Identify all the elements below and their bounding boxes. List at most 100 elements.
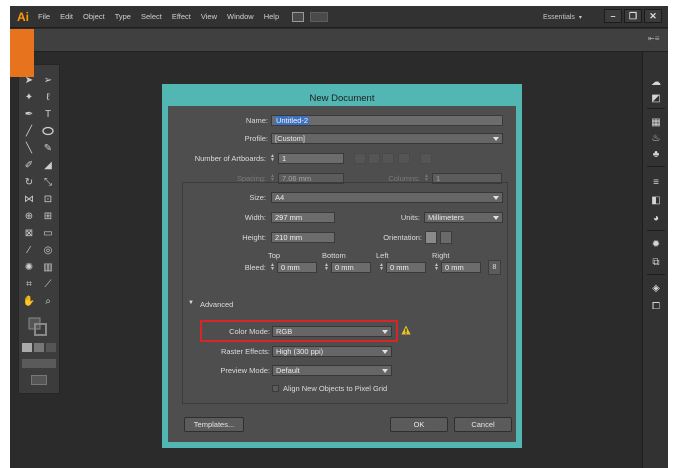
size-value: A4 <box>275 193 285 202</box>
right-to-left-icon[interactable] <box>420 153 432 164</box>
artboards-field[interactable]: 1 <box>278 153 344 164</box>
profile-select[interactable]: [Custom] <box>271 133 503 144</box>
shape-builder-tool-icon[interactable]: ⊕ <box>22 209 36 223</box>
direct-selection-tool-icon[interactable]: ➢ <box>41 73 55 87</box>
fill-stroke-icon[interactable] <box>28 317 48 337</box>
symbols-icon[interactable]: ♣ <box>649 148 663 160</box>
stroke-icon[interactable]: ≡ <box>649 176 663 188</box>
perspective-grid-tool-icon[interactable]: ⊞ <box>41 209 55 223</box>
eraser-tool-icon[interactable]: ◢ <box>41 158 55 172</box>
appearance-icon[interactable]: ✹ <box>649 238 663 250</box>
bleed-left-stepper[interactable]: ▲ ▼ <box>378 263 385 272</box>
ellipse-tool-icon[interactable] <box>41 124 55 138</box>
magic-wand-tool-icon[interactable]: ✦ <box>22 90 36 104</box>
color-panel-icon[interactable]: ☁ <box>649 76 663 88</box>
line-tool-icon[interactable]: ╱ <box>22 124 36 138</box>
menu-window[interactable]: Window <box>222 12 259 21</box>
grid-by-column-icon[interactable] <box>368 153 380 164</box>
eyedropper-tool-icon[interactable]: ⁄ <box>22 243 36 257</box>
blob-brush-tool-icon[interactable]: ✐ <box>22 158 36 172</box>
color-mode-label: Color Mode: <box>229 327 270 336</box>
link-bleed-icon[interactable]: 8 <box>488 260 501 275</box>
bleed-top-stepper[interactable]: ▲ ▼ <box>269 263 276 272</box>
raster-effects-value: High (300 ppi) <box>276 347 324 356</box>
cancel-button[interactable]: Cancel <box>454 417 512 432</box>
arrange-documents-icon[interactable] <box>310 11 329 22</box>
menu-effect[interactable]: Effect <box>167 12 196 21</box>
lasso-tool-icon[interactable]: ℓ <box>41 90 55 104</box>
restore-button[interactable]: ❐ <box>624 9 642 23</box>
minimize-button[interactable]: – <box>604 9 622 23</box>
drawing-modes-icon[interactable] <box>22 359 56 368</box>
paintbrush-tool-icon[interactable]: ╲ <box>22 141 36 155</box>
advanced-label[interactable]: Advanced <box>200 300 260 309</box>
units-select[interactable]: Millimeters <box>424 212 503 223</box>
color-mode-icon[interactable] <box>22 343 32 352</box>
menu-view[interactable]: View <box>196 12 222 21</box>
bleed-right-field[interactable]: 0 mm <box>441 262 481 273</box>
width-label: Width: <box>244 213 266 222</box>
arrange-by-column-icon[interactable] <box>398 153 410 164</box>
menu-help[interactable]: Help <box>259 12 284 21</box>
graphic-styles-icon[interactable]: ⧉ <box>649 256 663 268</box>
screen-mode-icon[interactable] <box>31 375 47 385</box>
rotate-tool-icon[interactable]: ↻ <box>22 175 36 189</box>
width-field[interactable]: 297 mm <box>271 212 335 223</box>
mesh-tool-icon[interactable]: ⊠ <box>22 226 36 240</box>
landscape-orientation-icon[interactable] <box>440 231 452 244</box>
width-tool-icon[interactable]: ⋈ <box>22 192 36 206</box>
zoom-tool-icon[interactable]: ⌕ <box>41 294 55 308</box>
bleed-bottom-field[interactable]: 0 mm <box>331 262 371 273</box>
bleed-top-field[interactable]: 0 mm <box>277 262 317 273</box>
arrange-by-row-icon[interactable] <box>382 153 394 164</box>
bleed-left-field[interactable]: 0 mm <box>386 262 426 273</box>
ok-button[interactable]: OK <box>390 417 448 432</box>
free-transform-tool-icon[interactable]: ⊡ <box>41 192 55 206</box>
preview-mode-select[interactable]: Default <box>272 365 392 376</box>
none-mode-icon[interactable] <box>46 343 56 352</box>
panel-menu-icon[interactable]: ⇤≡ <box>648 34 660 44</box>
artboards-stepper[interactable]: ▲ ▼ <box>269 154 276 163</box>
align-pixel-grid-checkbox[interactable] <box>272 385 279 392</box>
bridge-icon[interactable] <box>292 11 305 22</box>
pen-tool-icon[interactable]: ✒ <box>22 107 36 121</box>
transparency-icon[interactable]: ◕ <box>649 212 663 224</box>
menu-file[interactable]: File <box>33 12 55 21</box>
bleed-bottom-stepper[interactable]: ▲ ▼ <box>323 263 330 272</box>
pencil-tool-icon[interactable]: ✎ <box>41 141 55 155</box>
symbol-sprayer-tool-icon[interactable]: ✺ <box>22 260 36 274</box>
brushes-icon[interactable]: ♨ <box>649 132 663 144</box>
gradient-tool-icon[interactable]: ▭ <box>41 226 55 240</box>
gradient-panel-icon[interactable]: ◧ <box>649 194 663 206</box>
menu-bar: Ai File Edit Object Type Select Effect V… <box>10 6 668 28</box>
swatches-icon[interactable]: ▦ <box>649 116 663 128</box>
menu-select[interactable]: Select <box>136 12 167 21</box>
app-logo: Ai <box>17 9 29 24</box>
slice-tool-icon[interactable]: ⟋ <box>41 277 55 291</box>
close-button[interactable]: ✕ <box>644 9 662 23</box>
menu-type[interactable]: Type <box>110 12 136 21</box>
gradient-mode-icon[interactable] <box>34 343 44 352</box>
color-mode-select[interactable]: RGB <box>272 326 392 337</box>
templates-button[interactable]: Templates... <box>184 417 244 432</box>
advanced-collapse-icon[interactable]: ▼ <box>188 300 198 306</box>
bleed-right-stepper[interactable]: ▲ ▼ <box>433 263 440 272</box>
portrait-orientation-icon[interactable] <box>425 231 437 244</box>
name-field[interactable]: Untitled-2 <box>271 115 503 126</box>
menu-edit[interactable]: Edit <box>55 12 78 21</box>
workspace-switcher[interactable]: Essentials ▾ <box>543 11 597 23</box>
artboards-panel-icon[interactable]: ⧠ <box>649 300 663 312</box>
artboard-tool-icon[interactable]: ⌗ <box>22 277 36 291</box>
menu-object[interactable]: Object <box>78 12 110 21</box>
height-field[interactable]: 210 mm <box>271 232 335 243</box>
hand-tool-icon[interactable]: ✋ <box>22 294 36 308</box>
grid-by-row-icon[interactable] <box>354 153 366 164</box>
column-graph-tool-icon[interactable]: ▥ <box>41 260 55 274</box>
layers-icon[interactable]: ◈ <box>649 282 663 294</box>
color-guide-icon[interactable]: ◩ <box>649 92 663 104</box>
type-tool-icon[interactable]: T <box>41 107 55 121</box>
size-select[interactable]: A4 <box>271 192 503 203</box>
blend-tool-icon[interactable]: ◎ <box>41 243 55 257</box>
scale-tool-icon[interactable]: ⤡ <box>41 175 55 189</box>
raster-effects-select[interactable]: High (300 ppi) <box>272 346 392 357</box>
